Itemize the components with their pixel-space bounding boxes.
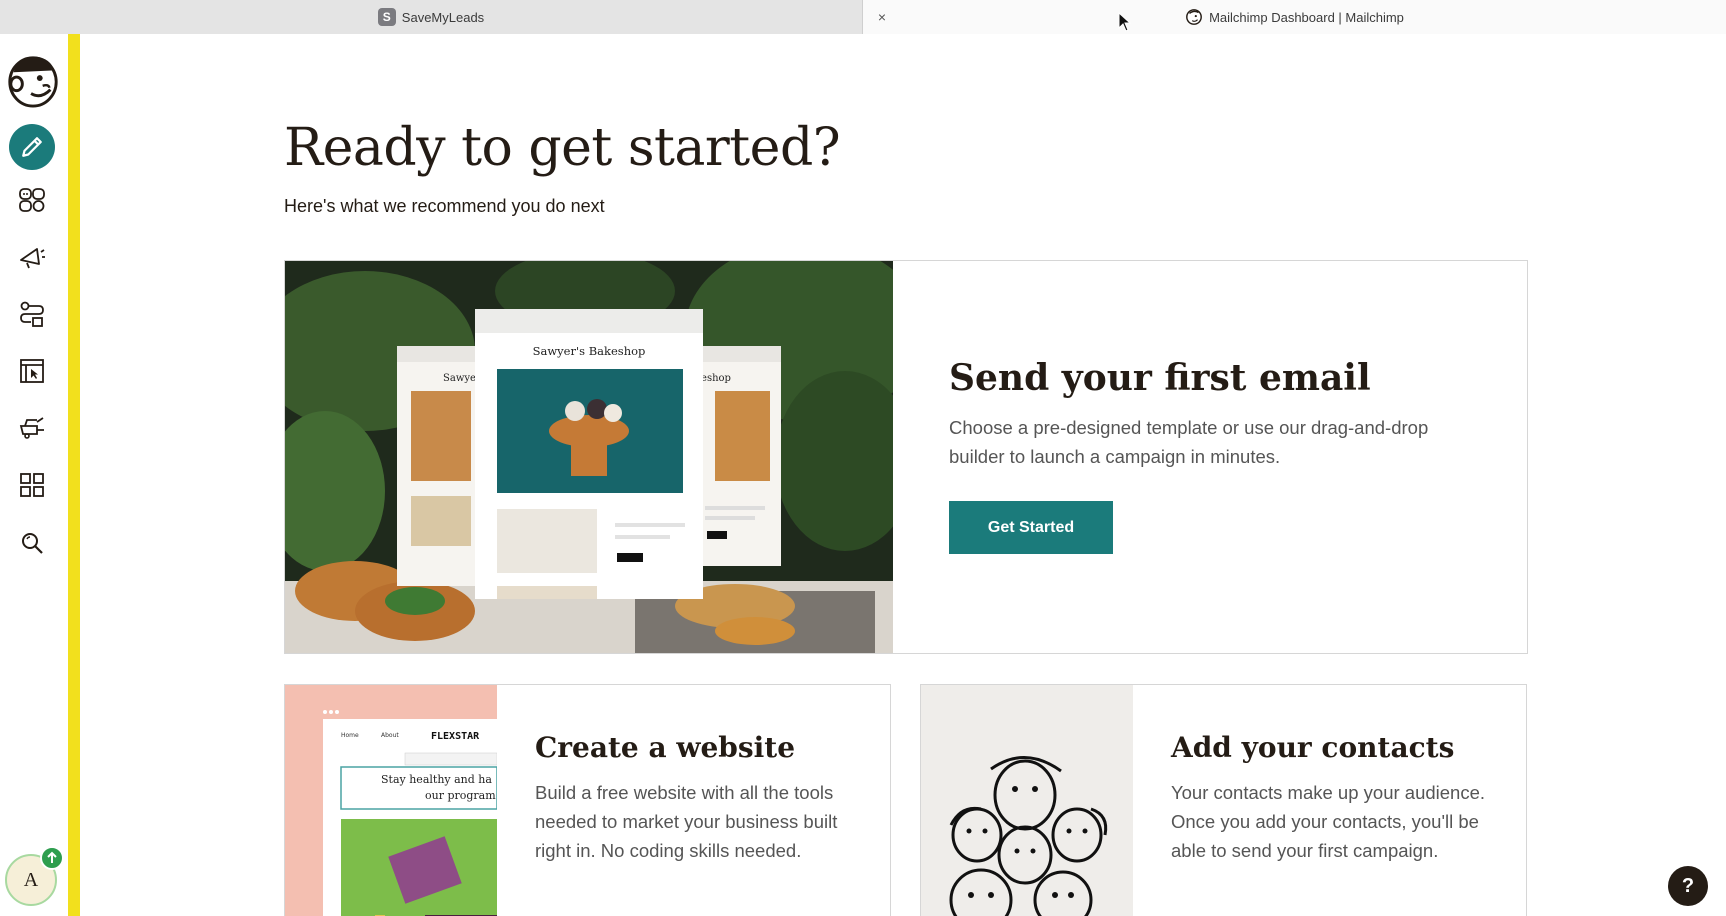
integrations-icon	[19, 417, 44, 439]
svg-text:FLEXSTAR: FLEXSTAR	[431, 731, 480, 742]
automations-icon	[20, 301, 44, 327]
send-email-card: Sawyer' akeshop Sawyer's Bakeshop Send y…	[284, 260, 1528, 654]
svg-text:our program: our program	[425, 789, 496, 802]
email-template-illustration: Sawyer' akeshop Sawyer's Bakeshop	[285, 261, 893, 653]
svg-text:Stay healthy and ha: Stay healthy and ha	[381, 773, 492, 786]
sidebar-item-search[interactable]	[9, 520, 55, 566]
create-website-title: Create a website	[535, 731, 796, 764]
page-subtitle: Here's what we recommend you do next	[284, 196, 605, 216]
sidebar	[0, 34, 68, 916]
contacts-faces-illustration	[921, 685, 1133, 916]
add-contacts-description: Your contacts make up your audience. Onc…	[1171, 782, 1486, 861]
audience-icon	[19, 188, 45, 212]
tab-label: Mailchimp Dashboard | Mailchimp	[1209, 9, 1404, 25]
sidebar-item-all-apps[interactable]	[9, 462, 55, 508]
main-content: Ready to get started? Here's what we rec…	[80, 34, 1726, 916]
tab-mailchimp-dashboard[interactable]: × Mailchimp Dashboard | Mailchimp	[863, 0, 1726, 34]
website-icon	[20, 359, 44, 383]
website-builder-illustration: Home About FLEXSTAR Stay healthy and ha …	[285, 685, 497, 916]
megaphone-icon	[20, 248, 45, 269]
send-email-description: Choose a pre-designed template or use ou…	[949, 417, 1429, 467]
create-website-content: Create a website Build a free website wi…	[535, 731, 855, 865]
svg-text:Sawyer's Bakeshop: Sawyer's Bakeshop	[533, 344, 646, 358]
search-icon	[22, 533, 43, 554]
svg-text:Home: Home	[341, 732, 359, 739]
add-contacts-card[interactable]: Add your contacts Your contacts make up …	[920, 684, 1527, 916]
svg-text:About: About	[381, 732, 399, 739]
savemyleads-favicon-icon: S	[377, 8, 396, 26]
upgrade-arrow-icon[interactable]	[40, 846, 64, 870]
grid-icon	[20, 473, 44, 497]
sidebar-item-website[interactable]	[9, 348, 55, 394]
sidebar-item-campaigns[interactable]	[9, 234, 55, 280]
browser-tab-bar: S SaveMyLeads × Mailchimp Dashboard | Ma…	[0, 0, 1726, 34]
sidebar-item-audience[interactable]	[9, 177, 55, 223]
tab-savemyleads[interactable]: S SaveMyLeads	[0, 0, 863, 34]
add-contacts-content: Add your contacts Your contacts make up …	[1171, 731, 1491, 865]
send-email-title: Send your first email	[949, 357, 1371, 399]
sidebar-item-integrations[interactable]	[9, 404, 55, 450]
create-website-card[interactable]: Home About FLEXSTAR Stay healthy and ha …	[284, 684, 891, 916]
sidebar-item-create[interactable]	[9, 124, 55, 170]
help-button[interactable]: ?	[1668, 866, 1708, 906]
close-tab-icon[interactable]: ×	[873, 8, 891, 26]
add-contacts-title: Add your contacts	[1171, 731, 1455, 764]
mailchimp-logo-icon[interactable]	[4, 50, 62, 110]
account-accent-strip	[68, 34, 80, 916]
create-website-description: Build a free website with all the tools …	[535, 782, 838, 861]
send-email-content: Send your first email Choose a pre-desig…	[949, 357, 1469, 554]
page-title: Ready to get started?	[284, 118, 841, 178]
get-started-button[interactable]: Get Started	[949, 501, 1113, 554]
sidebar-item-automations[interactable]	[9, 291, 55, 337]
mouse-cursor-icon	[1118, 12, 1132, 32]
mailchimp-favicon-icon	[1186, 9, 1202, 25]
tab-label: SaveMyLeads	[401, 9, 485, 25]
pencil-icon	[22, 137, 42, 157]
